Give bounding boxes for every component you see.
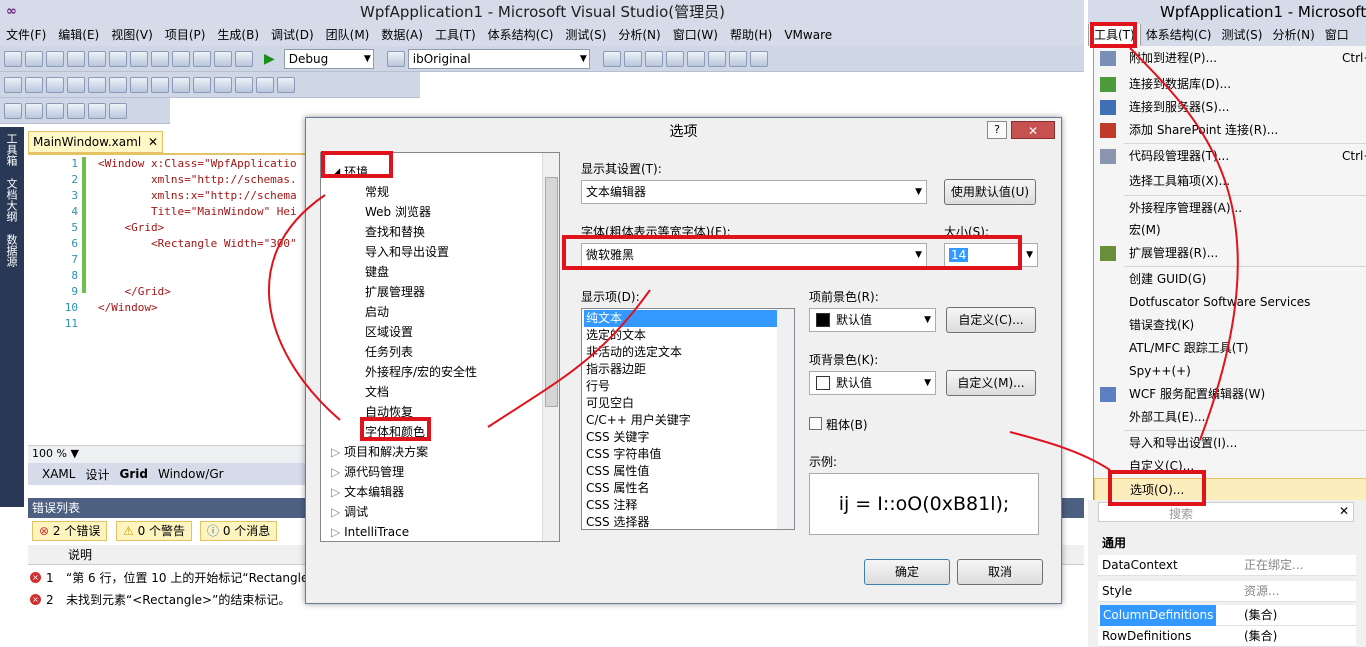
arrow-tools-to-options <box>1129 47 1239 441</box>
arrow-environment-to-fonts <box>268 194 341 421</box>
annotation-arrows <box>268 47 1239 471</box>
arrow-options-to-dialog <box>1009 431 1111 471</box>
arrow-fonts-to-font-combo <box>487 289 651 428</box>
